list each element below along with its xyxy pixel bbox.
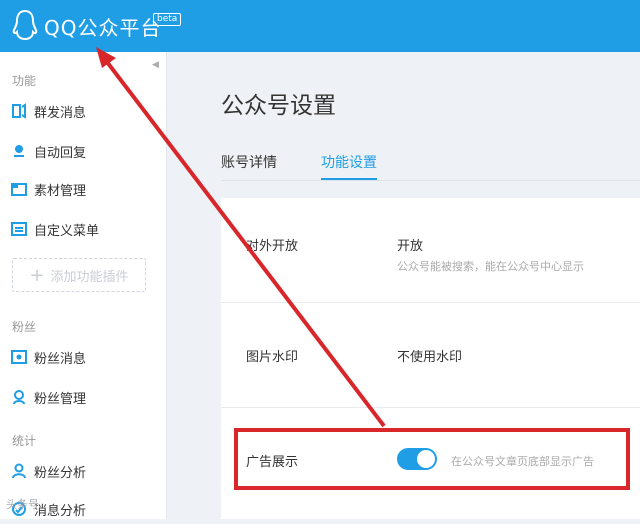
setting-description: 公众号能被搜索，能在公众号中心显示 (397, 260, 584, 273)
user-analysis-icon (12, 463, 26, 479)
setting-value: 开放 (397, 239, 424, 254)
watermark: 头条号 (6, 498, 39, 511)
brand-title: QQ公众平台 (44, 16, 162, 40)
section-title-stats: 统计 (12, 434, 37, 448)
beta-badge: beta (153, 13, 182, 26)
fan-message-icon (11, 350, 27, 364)
fan-manage-icon (13, 390, 25, 405)
sidebar-item-label: 粉丝消息 (34, 351, 87, 367)
sidebar-item-label: 粉丝分析 (34, 465, 87, 481)
setting-row-watermark: 图片水印 不使用水印 (221, 303, 640, 408)
tab-bar: 账号详情 功能设置 (221, 152, 640, 181)
highlight-annotation-box (234, 428, 630, 490)
sidebar-item-label: 自定义菜单 (34, 223, 100, 239)
material-icon (11, 183, 27, 196)
sidebar: ◀ 功能 群发消息 自动回复 素材管理 自定义菜单 + 添加功能插件 粉丝 粉丝… (0, 52, 167, 519)
collapse-sidebar-icon[interactable]: ◀ (152, 60, 159, 70)
tab-function-settings[interactable]: 功能设置 (321, 152, 377, 180)
sidebar-item-fan-analysis[interactable]: 粉丝分析 (0, 456, 166, 486)
setting-row-public: 对外开放 开放 公众号能被搜索，能在公众号中心显示 (221, 198, 640, 303)
setting-label: 图片水印 (246, 350, 299, 365)
sidebar-item-label: 粉丝管理 (34, 391, 87, 407)
page-title: 公众号设置 (221, 93, 336, 119)
qq-penguin-logo-icon[interactable] (12, 8, 38, 42)
sidebar-item-custom-menu[interactable]: 自定义菜单 (0, 214, 166, 244)
sidebar-item-fan-messages[interactable]: 粉丝消息 (0, 342, 166, 372)
setting-label: 对外开放 (246, 239, 299, 254)
sidebar-item-label: 消息分析 (34, 503, 87, 519)
add-plugin-button[interactable]: + 添加功能插件 (12, 258, 146, 292)
sidebar-item-label: 自动回复 (34, 145, 87, 161)
sidebar-item-material[interactable]: 素材管理 (0, 174, 166, 204)
section-title-functions: 功能 (12, 74, 37, 88)
broadcast-icon (12, 103, 26, 119)
sidebar-item-broadcast[interactable]: 群发消息 (0, 96, 166, 126)
sidebar-item-auto-reply[interactable]: 自动回复 (0, 136, 166, 166)
add-plugin-label: 添加功能插件 (50, 269, 129, 285)
sidebar-item-label: 素材管理 (34, 183, 87, 199)
auto-reply-icon (14, 145, 24, 157)
plus-icon: + (29, 264, 45, 286)
setting-value: 不使用水印 (397, 350, 463, 365)
section-title-fans: 粉丝 (12, 320, 37, 334)
tab-account-details[interactable]: 账号详情 (221, 152, 277, 179)
sidebar-item-fan-management[interactable]: 粉丝管理 (0, 382, 166, 412)
sidebar-item-label: 群发消息 (34, 105, 87, 121)
top-bar: QQ公众平台 beta (0, 0, 640, 52)
menu-icon (11, 222, 27, 236)
